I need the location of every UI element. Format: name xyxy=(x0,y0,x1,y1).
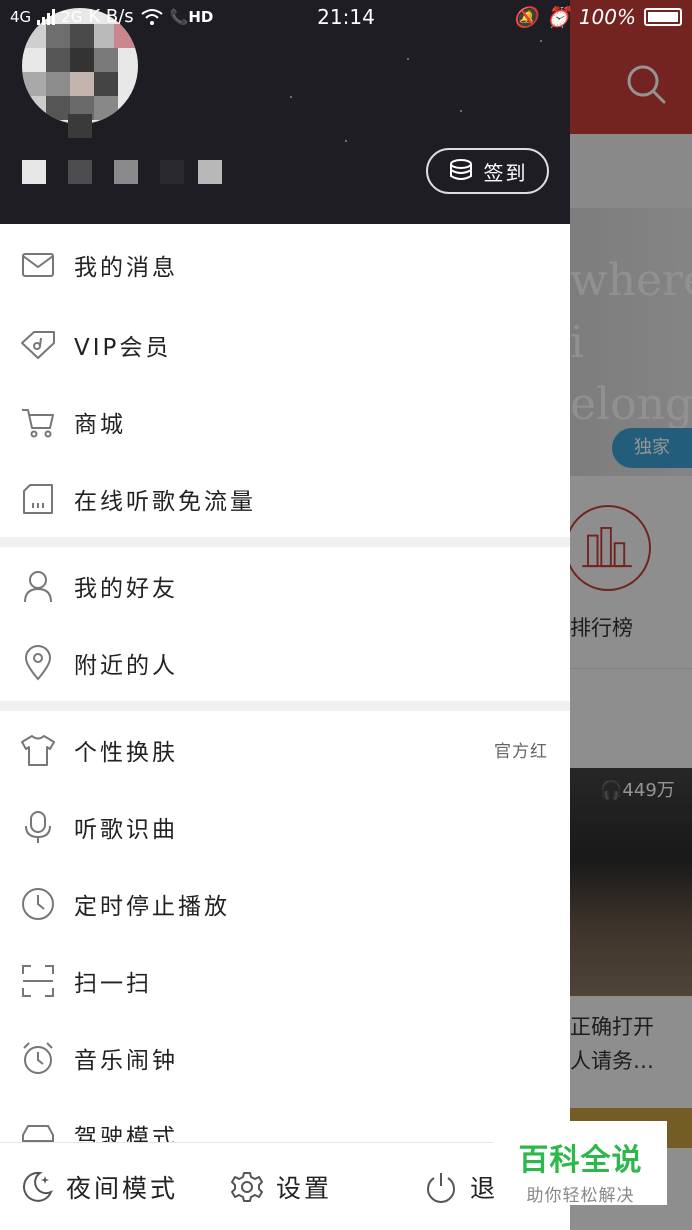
menu-label: 附近的人 xyxy=(74,652,178,679)
menu-item-sleep-timer[interactable]: 定时停止播放 xyxy=(0,865,570,942)
settings-button[interactable]: 设置 xyxy=(230,1169,332,1205)
battery-percent: 100% xyxy=(578,5,636,29)
clock-icon xyxy=(22,887,54,920)
menu-item-nearby[interactable]: 附近的人 xyxy=(0,624,570,701)
sim-card-icon xyxy=(23,483,53,514)
drawer-bottom-bar: 夜间模式 设置 退 xyxy=(0,1142,570,1230)
moon-icon xyxy=(22,1171,53,1202)
mute-bell-icon: 🔕 xyxy=(513,5,538,29)
watermark-logo: 百科全说 助你轻松解决 xyxy=(494,1121,667,1206)
microphone-icon xyxy=(25,810,51,843)
username-mosaic[interactable] xyxy=(22,160,222,184)
menu-item-vip[interactable]: VIP会员 xyxy=(0,306,570,383)
status-bar: 4G 2G K B/s 📞HD 21:14 🔕 ⏰ 100% xyxy=(0,0,692,36)
menu-group-social: 我的好友 附近的人 xyxy=(0,547,570,701)
checkin-label: 签到 xyxy=(483,160,528,185)
menu-item-friends[interactable]: 我的好友 xyxy=(0,547,570,624)
group-divider xyxy=(0,701,570,711)
settings-label: 设置 xyxy=(276,1174,333,1203)
menu-item-messages[interactable]: 我的消息 xyxy=(0,224,570,306)
alarm-icon: ⏰ xyxy=(545,5,571,29)
current-skin-value: 官方红 xyxy=(494,742,548,762)
menu-label: 在线听歌免流量 xyxy=(74,488,256,515)
cart-icon xyxy=(22,408,54,437)
menu-label: 定时停止播放 xyxy=(74,893,230,920)
menu-label: 扫一扫 xyxy=(74,970,152,997)
scan-icon xyxy=(22,964,54,997)
battery-icon xyxy=(644,8,682,26)
tshirt-icon xyxy=(21,734,55,766)
checkin-button[interactable]: 签到 xyxy=(426,148,549,194)
menu-label: 我的消息 xyxy=(74,255,178,281)
menu-item-song-recognition[interactable]: 听歌识曲 xyxy=(0,788,570,865)
night-mode-label: 夜间模式 xyxy=(66,1174,179,1203)
coins-icon xyxy=(449,159,472,180)
menu-item-music-alarm[interactable]: 音乐闹钟 xyxy=(0,1019,570,1096)
location-pin-icon xyxy=(24,644,52,681)
alarm-clock-icon xyxy=(23,1041,53,1074)
watermark-title: 百科全说 xyxy=(518,1143,643,1178)
menu-item-free-data[interactable]: 在线听歌免流量 xyxy=(0,460,570,537)
menu-item-store[interactable]: 商城 xyxy=(0,383,570,460)
menu-label: 个性换肤 xyxy=(74,739,178,766)
watermark-subtitle: 助你轻松解决 xyxy=(526,1186,635,1206)
gear-icon xyxy=(231,1172,263,1202)
menu-label: 听歌识曲 xyxy=(74,816,178,843)
mail-icon xyxy=(22,253,54,277)
power-icon xyxy=(427,1173,455,1203)
menu-item-skin[interactable]: 个性换肤 官方红 xyxy=(0,711,570,788)
menu-group-account: 我的消息 VIP会员 商城 在线听歌免流量 xyxy=(0,224,570,537)
menu-label: 音乐闹钟 xyxy=(74,1047,178,1074)
menu-label: VIP会员 xyxy=(74,334,172,361)
person-icon xyxy=(24,570,52,602)
menu-label: 我的好友 xyxy=(74,575,178,602)
side-drawer: 签到 我的消息 VIP会员 商城 在线听歌免流量 我的好友 附近的人 个性换肤 … xyxy=(0,0,570,1230)
menu-group-tools: 个性换肤 官方红 听歌识曲 定时停止播放 扫一扫 音乐闹钟 驾驶模式 xyxy=(0,711,570,1173)
menu-label: 商城 xyxy=(74,411,126,438)
vip-diamond-icon xyxy=(21,330,55,359)
night-mode-button[interactable]: 夜间模式 xyxy=(20,1169,178,1205)
exit-button[interactable]: 退 xyxy=(424,1169,498,1205)
group-divider xyxy=(0,537,570,547)
menu-item-scan[interactable]: 扫一扫 xyxy=(0,942,570,1019)
